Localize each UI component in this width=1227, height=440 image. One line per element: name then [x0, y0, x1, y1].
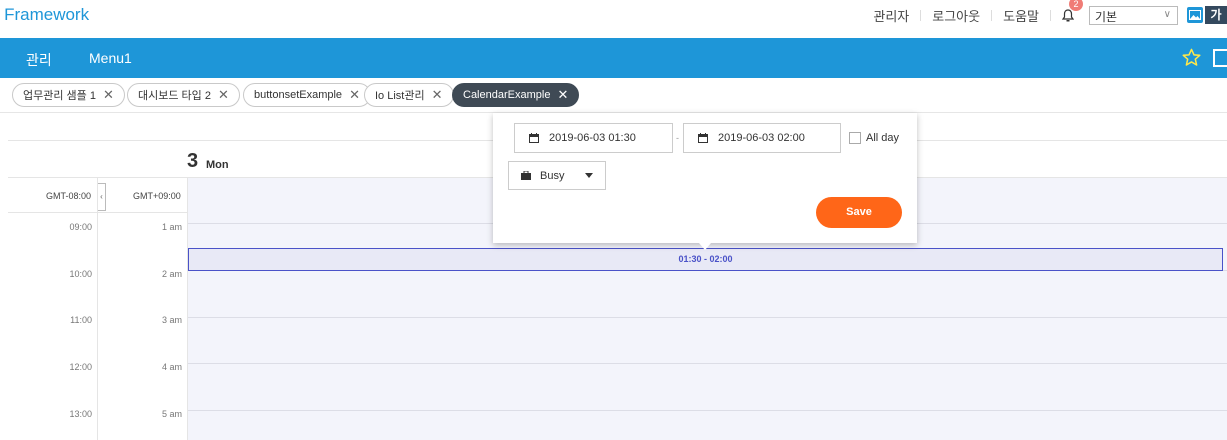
- list-menu-icon[interactable]: [1213, 49, 1227, 67]
- hour-line: [188, 410, 1227, 411]
- hour-line: [188, 363, 1227, 364]
- timezone-primary: GMT+09:00: [133, 191, 181, 201]
- timezone-secondary: GMT-08:00: [46, 191, 92, 201]
- image-icon[interactable]: [1187, 7, 1203, 23]
- time-label: 2 am: [161, 269, 182, 279]
- tab-bar: 업무관리 샘플 1 ✕ 대시보드 타입 2 ✕ buttonsetExample ✕ …: [0, 78, 1227, 113]
- theme-select-value: 기본: [1095, 9, 1118, 24]
- bell-icon: [1062, 8, 1074, 21]
- divider: [187, 177, 188, 440]
- day-number: 3: [187, 150, 199, 172]
- timezone-collapse-toggle[interactable]: ‹: [97, 183, 106, 211]
- start-datetime-value: 2019-06-03 01:30: [549, 132, 636, 144]
- tab-buttonset-example[interactable]: buttonsetExample ✕: [243, 83, 371, 107]
- language-button[interactable]: 가: [1205, 6, 1227, 24]
- logout-link[interactable]: 로그아웃: [921, 6, 991, 25]
- calendar-icon: [698, 133, 708, 143]
- state-dropdown-value: Busy: [540, 169, 565, 182]
- calendar-icon: [529, 133, 539, 143]
- close-icon[interactable]: ✕: [103, 87, 114, 103]
- menu-item-menu1[interactable]: Menu1: [89, 50, 132, 66]
- app-title[interactable]: | Framework: [0, 5, 89, 25]
- end-datetime-value: 2019-06-03 02:00: [718, 132, 805, 144]
- save-button[interactable]: Save: [816, 197, 902, 228]
- star-icon[interactable]: [1182, 48, 1201, 72]
- briefcase-icon: [521, 171, 531, 180]
- hour-line: [188, 317, 1227, 318]
- all-day-label: All day: [866, 132, 900, 144]
- time-label: 1 am: [161, 222, 182, 232]
- theme-select[interactable]: 기본 ∨: [1089, 5, 1178, 25]
- tab-io-list[interactable]: Io List관리 ✕: [364, 83, 454, 107]
- time-label: 4 am: [161, 362, 182, 372]
- close-icon[interactable]: ✕: [557, 87, 568, 103]
- tab-work-sample[interactable]: 업무관리 샘플 1 ✕: [12, 83, 125, 107]
- popup-pointer: [699, 243, 711, 250]
- time-label-secondary: 13:00: [69, 409, 92, 419]
- state-dropdown[interactable]: Busy: [508, 161, 606, 190]
- time-label: 3 am: [161, 315, 182, 325]
- end-datetime-input[interactable]: 2019-06-03 02:00: [683, 123, 841, 153]
- time-label-secondary: 12:00: [69, 362, 92, 372]
- dropdown-arrow-icon: [585, 173, 593, 178]
- close-icon[interactable]: ✕: [218, 87, 229, 103]
- time-label-secondary: 09:00: [69, 222, 92, 232]
- main-menu-bar: 관리 Menu1: [0, 38, 1227, 78]
- top-bar: | Framework 관리자 로그아웃 도움말 2 기본 ∨ 가: [0, 0, 1227, 38]
- time-label-secondary: 10:00: [69, 269, 92, 279]
- event-creation-popup: 2019-06-03 01:30 - 2019-06-03 02:00 All …: [493, 113, 917, 250]
- tab-dashboard-type[interactable]: 대시보드 타입 2 ✕: [127, 83, 240, 107]
- divider: [97, 177, 98, 440]
- menu-item-admin[interactable]: 관리: [26, 50, 52, 70]
- help-link[interactable]: 도움말: [992, 6, 1050, 25]
- date-separator: -: [676, 133, 679, 143]
- top-nav: 관리자 로그아웃 도움말 2 기본 ∨ 가: [862, 0, 1227, 30]
- tab-calendar-example[interactable]: CalendarExample ✕: [452, 83, 580, 107]
- chevron-down-icon: ∨: [1163, 8, 1171, 20]
- close-icon[interactable]: ✕: [349, 87, 360, 103]
- start-datetime-input[interactable]: 2019-06-03 01:30: [514, 123, 673, 153]
- checkbox-box[interactable]: [849, 132, 861, 144]
- admin-link[interactable]: 관리자: [862, 6, 920, 25]
- day-name: Mon: [206, 159, 229, 171]
- close-icon[interactable]: ✕: [432, 87, 443, 103]
- time-label-secondary: 11:00: [70, 315, 92, 325]
- notification-badge: 2: [1069, 0, 1083, 11]
- calendar-event[interactable]: 01:30 - 02:00: [188, 248, 1223, 271]
- notification-button[interactable]: 2: [1051, 0, 1085, 30]
- all-day-checkbox[interactable]: All day: [849, 132, 899, 144]
- time-label: 5 am: [161, 409, 182, 419]
